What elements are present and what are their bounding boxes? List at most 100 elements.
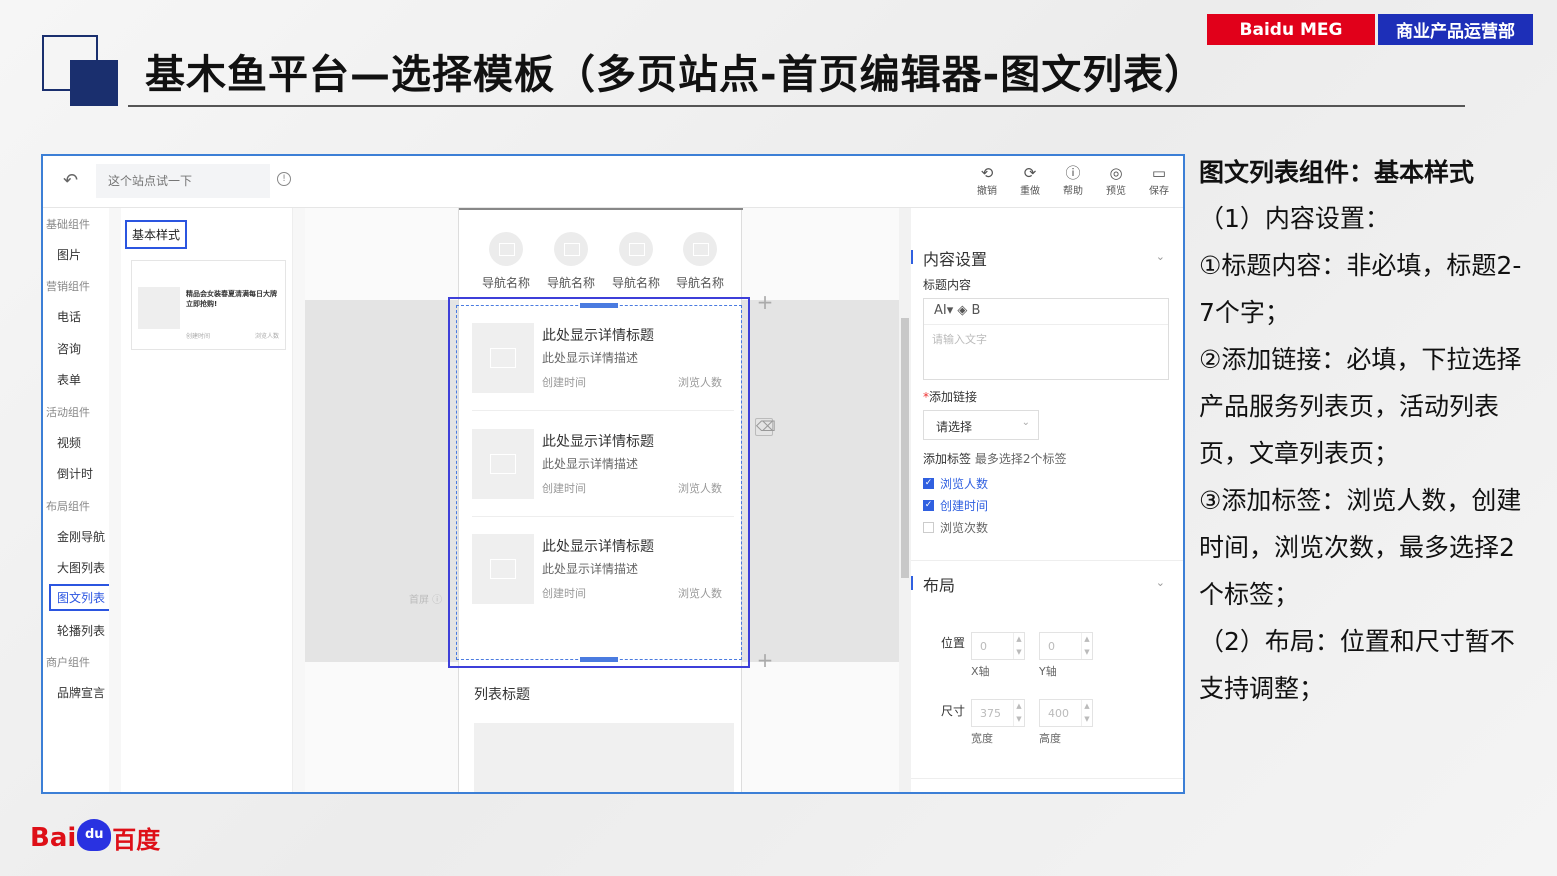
tag-hint: 最多选择2个标签 xyxy=(974,452,1067,466)
nav-item-big-image-list[interactable]: 大图列表 xyxy=(57,559,105,576)
link-select[interactable]: 请选择 ⌄ xyxy=(923,410,1039,440)
chevron-down-icon[interactable]: ⌄ xyxy=(1156,250,1165,263)
item-image-placeholder xyxy=(472,323,534,393)
stepper-icon: ▲ ▼ xyxy=(1013,633,1024,659)
nav-item-countdown[interactable]: 倒计时 xyxy=(57,465,93,482)
add-tag-label: 添加标签 最多选择2个标签 xyxy=(923,450,1066,467)
notes-line: （1）内容设置： xyxy=(1199,204,1390,233)
logo-bai: Bai xyxy=(30,822,77,853)
list-item[interactable]: 此处显示详情标题 此处显示详情描述 创建时间 浏览人数 xyxy=(472,522,734,622)
item-view-count: 浏览人数 xyxy=(678,376,722,389)
tag-label: 创建时间 xyxy=(940,499,989,513)
chevron-down-icon[interactable]: ⌄ xyxy=(1156,576,1165,589)
list-item[interactable]: 此处显示详情标题 此处显示详情描述 创建时间 浏览人数 xyxy=(472,417,734,517)
nav-item-king-kong-nav[interactable]: 金刚导航 xyxy=(57,528,105,545)
y-axis-caption: Y轴 xyxy=(1039,665,1057,678)
size-label: 尺寸 xyxy=(941,704,966,718)
preview-label: 预览 xyxy=(1106,186,1126,197)
save-button[interactable]: ▭ 保存 xyxy=(1141,164,1177,197)
checkbox-unchecked-icon[interactable] xyxy=(923,522,934,533)
nav-name-label[interactable]: 导航名称 xyxy=(541,274,601,291)
selected-image-text-list[interactable]: 此处显示详情标题 此处显示详情描述 创建时间 浏览人数 此处显示详情标题 此处显… xyxy=(448,297,750,668)
title-rich-text-editor[interactable]: AI▾ ◈ B 请输入文字 xyxy=(923,298,1169,380)
editor-placeholder[interactable]: 请输入文字 xyxy=(924,325,1168,353)
brand-badge-department: 商业产品运营部 xyxy=(1378,14,1533,45)
list-title[interactable]: 列表标题 xyxy=(474,684,530,704)
style-scrollbar[interactable] xyxy=(293,208,305,792)
undo-icon: ⟲ xyxy=(980,164,994,182)
checkbox-checked-icon[interactable]: ✓ xyxy=(923,478,934,489)
checkbox-checked-icon[interactable]: ✓ xyxy=(923,500,934,511)
layout-section-title[interactable]: 布局 xyxy=(923,572,955,596)
nav-group-merchant[interactable]: 商户组件 xyxy=(46,654,90,670)
site-name-input[interactable] xyxy=(96,164,270,198)
add-link-text: 添加链接 xyxy=(929,390,978,404)
tag-checkbox-created[interactable]: ✓ 创建时间 xyxy=(923,497,988,514)
paw-icon: du xyxy=(77,818,112,851)
add-above-icon[interactable]: + xyxy=(755,290,775,314)
style-tag-basic[interactable]: 基本样式 xyxy=(125,220,188,249)
item-created-time: 创建时间 xyxy=(542,482,586,495)
logo-chinese: 百度 xyxy=(112,826,161,854)
baidu-logo: Bai du 百度 xyxy=(30,818,161,855)
description-notes: 图文列表组件：基本样式 （1）内容设置： ①标题内容：非必填，标题2-7个字； … xyxy=(1199,150,1529,712)
width-caption: 宽度 xyxy=(971,732,993,745)
nav-item-brand-slogan[interactable]: 品牌宣言 xyxy=(57,684,105,701)
nav-scrollbar[interactable] xyxy=(109,208,121,792)
info-icon[interactable]: ! xyxy=(277,172,291,186)
nav-item-carousel-list[interactable]: 轮播列表 xyxy=(57,622,105,639)
editor-toolbar: ↶ ! ⟲ 撤销 ⟳ 重做 ⓘ 帮助 ◎ 预览 ▭ 保存 xyxy=(43,156,1183,208)
nav-item-video[interactable]: 视频 xyxy=(57,434,81,451)
item-title: 此处显示详情标题 xyxy=(542,328,654,344)
list-item[interactable]: 此处显示详情标题 此处显示详情描述 创建时间 浏览人数 xyxy=(472,311,734,411)
notes-line: ①标题内容：非必填，标题2-7个字； xyxy=(1199,251,1522,327)
x-axis-caption: X轴 xyxy=(971,665,990,678)
nav-item-image[interactable]: 图片 xyxy=(57,246,81,263)
notes-line: （2）布局：位置和尺寸暂不支持调整； xyxy=(1199,627,1515,703)
phone-top-edge xyxy=(459,208,743,210)
notes-line: ③添加标签：浏览人数，创建时间，浏览次数，最多选择2个标签； xyxy=(1199,486,1522,609)
logo-du: du xyxy=(85,827,104,842)
nav-item-phone[interactable]: 电话 xyxy=(57,308,81,325)
nav-group-layout[interactable]: 布局组件 xyxy=(46,498,90,514)
scrollbar-thumb[interactable] xyxy=(901,318,909,578)
y-position-input: 0 ▲ ▼ xyxy=(1039,632,1093,660)
chevron-down-icon: ⌄ xyxy=(1021,417,1030,428)
stepper-icon: ▲ ▼ xyxy=(1081,633,1092,659)
nav-name-label[interactable]: 导航名称 xyxy=(606,274,666,291)
add-below-icon[interactable]: + xyxy=(755,648,775,672)
undo-button[interactable]: ⟲ 撤销 xyxy=(969,164,1005,197)
back-icon[interactable]: ↶ xyxy=(63,170,78,191)
style-panel: 基本样式 精品会女装春夏清满每日大牌立即抢购! 创建时间 浏览人数 xyxy=(123,208,293,792)
nav-item-image-text-list[interactable]: 图文列表 xyxy=(49,584,114,611)
tag-checkbox-visits[interactable]: 浏览次数 xyxy=(923,519,988,536)
height-input: 400 ▲ ▼ xyxy=(1039,699,1093,727)
nav-name-label[interactable]: 导航名称 xyxy=(670,274,730,291)
nav-item-consult[interactable]: 咨询 xyxy=(57,340,81,357)
preview-button[interactable]: ◎ 预览 xyxy=(1098,164,1134,197)
nav-group-marketing[interactable]: 营销组件 xyxy=(46,278,90,294)
canvas-scrollbar[interactable] xyxy=(899,208,911,792)
nav-group-activity[interactable]: 活动组件 xyxy=(46,404,90,420)
item-image-placeholder xyxy=(472,534,534,604)
title-underline xyxy=(128,105,1465,107)
nav-name-label[interactable]: 导航名称 xyxy=(476,274,536,291)
nav-item-form[interactable]: 表单 xyxy=(57,371,81,388)
title-decoration-fill xyxy=(70,60,118,106)
y-value: 0 xyxy=(1048,640,1055,653)
height-caption: 高度 xyxy=(1039,732,1061,745)
tag-checkbox-views[interactable]: ✓ 浏览人数 xyxy=(923,475,988,492)
delete-icon[interactable]: ⌫ xyxy=(755,418,776,436)
properties-panel: 内容设置 ⌄ 标题内容 AI▾ ◈ B 请输入文字 *添加链接 请选择 ⌄ 添加标… xyxy=(911,208,1183,792)
top-resize-handle[interactable] xyxy=(580,303,618,308)
item-view-count: 浏览人数 xyxy=(678,587,722,600)
bottom-resize-handle[interactable] xyxy=(580,657,618,662)
redo-button[interactable]: ⟳ 重做 xyxy=(1012,164,1048,197)
style-template-card[interactable]: 精品会女装春夏清满每日大牌立即抢购! 创建时间 浏览人数 xyxy=(131,260,286,350)
help-button[interactable]: ⓘ 帮助 xyxy=(1055,164,1091,197)
title-content-label: 标题内容 xyxy=(923,278,972,292)
brand-badge-baidu-meg: Baidu MEG xyxy=(1207,14,1375,45)
content-settings-title[interactable]: 内容设置 xyxy=(923,246,987,270)
nav-group-basic[interactable]: 基础组件 xyxy=(46,216,90,232)
editor-format-bar[interactable]: AI▾ ◈ B xyxy=(924,299,1168,325)
